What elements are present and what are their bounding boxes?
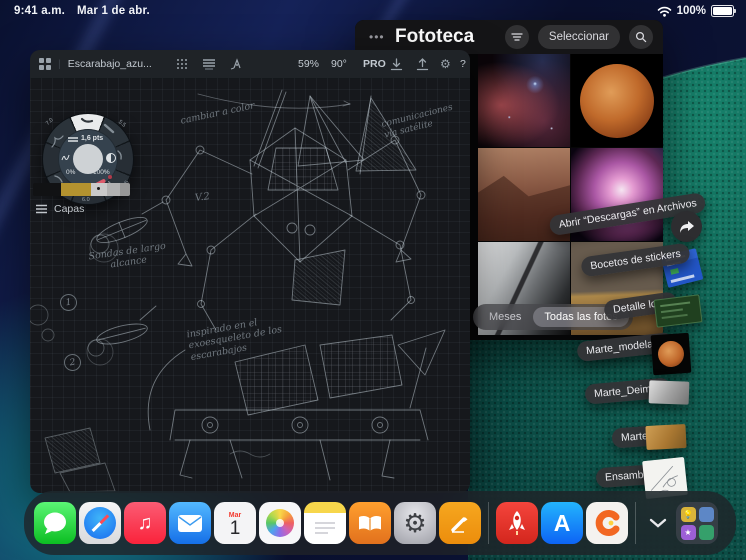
search-button[interactable] — [629, 25, 653, 49]
swatch-gray[interactable] — [107, 183, 120, 196]
pen-icon — [451, 517, 468, 533]
dock-app-cohete[interactable] — [496, 502, 538, 544]
concepts-c-icon — [595, 510, 620, 536]
photo-marte-globo[interactable] — [571, 54, 663, 147]
dock-app-concepts[interactable] — [586, 502, 628, 544]
dock-app-calendario[interactable]: Mar 1 — [214, 502, 256, 544]
photo-nebulosa-roja[interactable] — [478, 54, 570, 147]
opacity-min[interactable]: 0% — [66, 169, 75, 176]
swatch-black[interactable] — [33, 183, 61, 196]
dock-app-app-store[interactable]: A — [541, 502, 583, 544]
document-title[interactable]: Escarabajo_azu... — [68, 58, 152, 70]
dock-chevron-button[interactable] — [643, 502, 673, 544]
layers-button[interactable] — [202, 58, 216, 70]
battery-percent: 100% — [676, 5, 706, 17]
music-icon: ♫ — [137, 511, 153, 534]
app-store-icon: A — [553, 509, 571, 536]
books-icon — [359, 516, 381, 531]
ipad-screen: ••• Fototeca Seleccionar Meses Todas las… — [0, 0, 746, 560]
pro-badge[interactable]: PRO — [363, 58, 386, 70]
layers-list-icon — [36, 204, 47, 214]
safari-icon — [84, 507, 116, 539]
dock-app-libros[interactable] — [349, 502, 391, 544]
import-button[interactable] — [390, 57, 403, 71]
dock-app-musica[interactable]: ♫ — [124, 502, 166, 544]
wifi-icon — [657, 6, 671, 17]
dots-grid-icon — [176, 59, 187, 69]
dock-app-safari[interactable] — [79, 502, 121, 544]
dock-app-boceto[interactable] — [439, 502, 481, 544]
color-palette-bar[interactable] — [33, 183, 130, 196]
segment-meses[interactable]: Meses — [477, 311, 533, 323]
status-bar: 9:41 a.m. Mar 1 de abr. 100% — [0, 0, 746, 24]
dock-app-fotos[interactable] — [259, 502, 301, 544]
photos-title: Fototeca — [395, 26, 475, 47]
gear-icon: ⚙ — [440, 57, 451, 71]
thumb-marte-deimos[interactable] — [648, 380, 690, 405]
stroke-width-icon — [68, 137, 78, 142]
sticker-green-card[interactable] — [653, 294, 703, 328]
settings-gear-icon: ⚙ — [403, 508, 427, 538]
filter-icon — [511, 33, 523, 41]
selected-swatch-dot — [97, 187, 100, 190]
status-time: 9:41 a.m. — [14, 5, 66, 17]
messages-icon — [44, 512, 66, 534]
chevron-down-icon — [649, 518, 667, 528]
drawing-toolbar: | Escarabajo_azu... 59% 90° PRO ⚙ ? — [30, 50, 470, 79]
thumb-marte-modelado[interactable] — [650, 332, 692, 376]
swatch-light-gray[interactable] — [91, 183, 107, 196]
dock-app-notas[interactable] — [304, 502, 346, 544]
mars-planet — [580, 64, 654, 138]
dock-app-mail[interactable] — [169, 502, 211, 544]
layers-icon — [202, 59, 215, 70]
notes-lines-icon — [315, 522, 335, 534]
grid-icon — [39, 58, 51, 70]
dock-divider — [635, 502, 636, 544]
mail-icon — [178, 514, 202, 532]
smoothing-icon — [61, 154, 70, 161]
calendar-day: 1 — [229, 517, 241, 539]
selection-tool-button[interactable] — [230, 58, 243, 70]
status-date: Mar 1 de abr. — [77, 5, 150, 17]
rocket-icon — [509, 511, 525, 535]
dock-app-biblioteca-apps[interactable]: 💡 ★ — [676, 502, 718, 544]
export-button[interactable] — [416, 57, 429, 71]
drawing-app-window: | Escarabajo_azu... 59% 90° PRO ⚙ ? camb… — [30, 50, 470, 493]
annotation-version: V.2 — [194, 191, 211, 204]
wheel-inner-disc[interactable]: 1,6 pts 0% 100% — [58, 129, 118, 189]
settings-button[interactable]: ⚙ — [440, 57, 451, 71]
app-library-icon: 💡 ★ — [680, 506, 714, 540]
color-accent-dot — [108, 175, 112, 179]
zoom-level[interactable]: 59% — [298, 58, 319, 70]
photos-flower-icon — [266, 509, 294, 537]
layers-label: Capas — [54, 203, 85, 215]
precision-button[interactable] — [176, 58, 188, 70]
stroke-width-value[interactable]: 1,6 pts — [81, 135, 103, 142]
help-button[interactable]: ? — [460, 58, 466, 70]
dock-divider — [488, 502, 489, 544]
wheel-center-button[interactable] — [73, 144, 103, 174]
share-arrow-icon — [679, 220, 694, 233]
import-icon — [390, 57, 403, 70]
share-export-icon — [416, 57, 429, 70]
search-icon — [635, 31, 647, 43]
layers-panel-toggle[interactable]: Capas — [35, 203, 84, 215]
battery-icon — [711, 5, 736, 17]
swatch-dark-gray[interactable] — [120, 183, 130, 196]
select-button[interactable]: Seleccionar — [537, 25, 620, 49]
dock-app-mensajes[interactable] — [34, 502, 76, 544]
gallery-button[interactable] — [39, 58, 51, 70]
thumb-marte[interactable] — [645, 423, 687, 451]
share-button[interactable] — [671, 211, 702, 242]
pen-nib-icon — [230, 58, 241, 70]
window-more-button[interactable]: ••• — [369, 30, 385, 44]
swatch-gold[interactable] — [61, 183, 91, 196]
photos-header: ••• Fototeca Seleccionar — [355, 20, 663, 54]
toolbar-divider: | — [58, 58, 61, 70]
rotation-value[interactable]: 90° — [331, 58, 347, 70]
filter-button[interactable] — [504, 25, 529, 49]
opacity-icon — [106, 153, 116, 163]
dock: ♫ Mar 1 ⚙ A 💡 ★ — [24, 491, 736, 555]
dock-app-ajustes[interactable]: ⚙ — [394, 502, 436, 544]
